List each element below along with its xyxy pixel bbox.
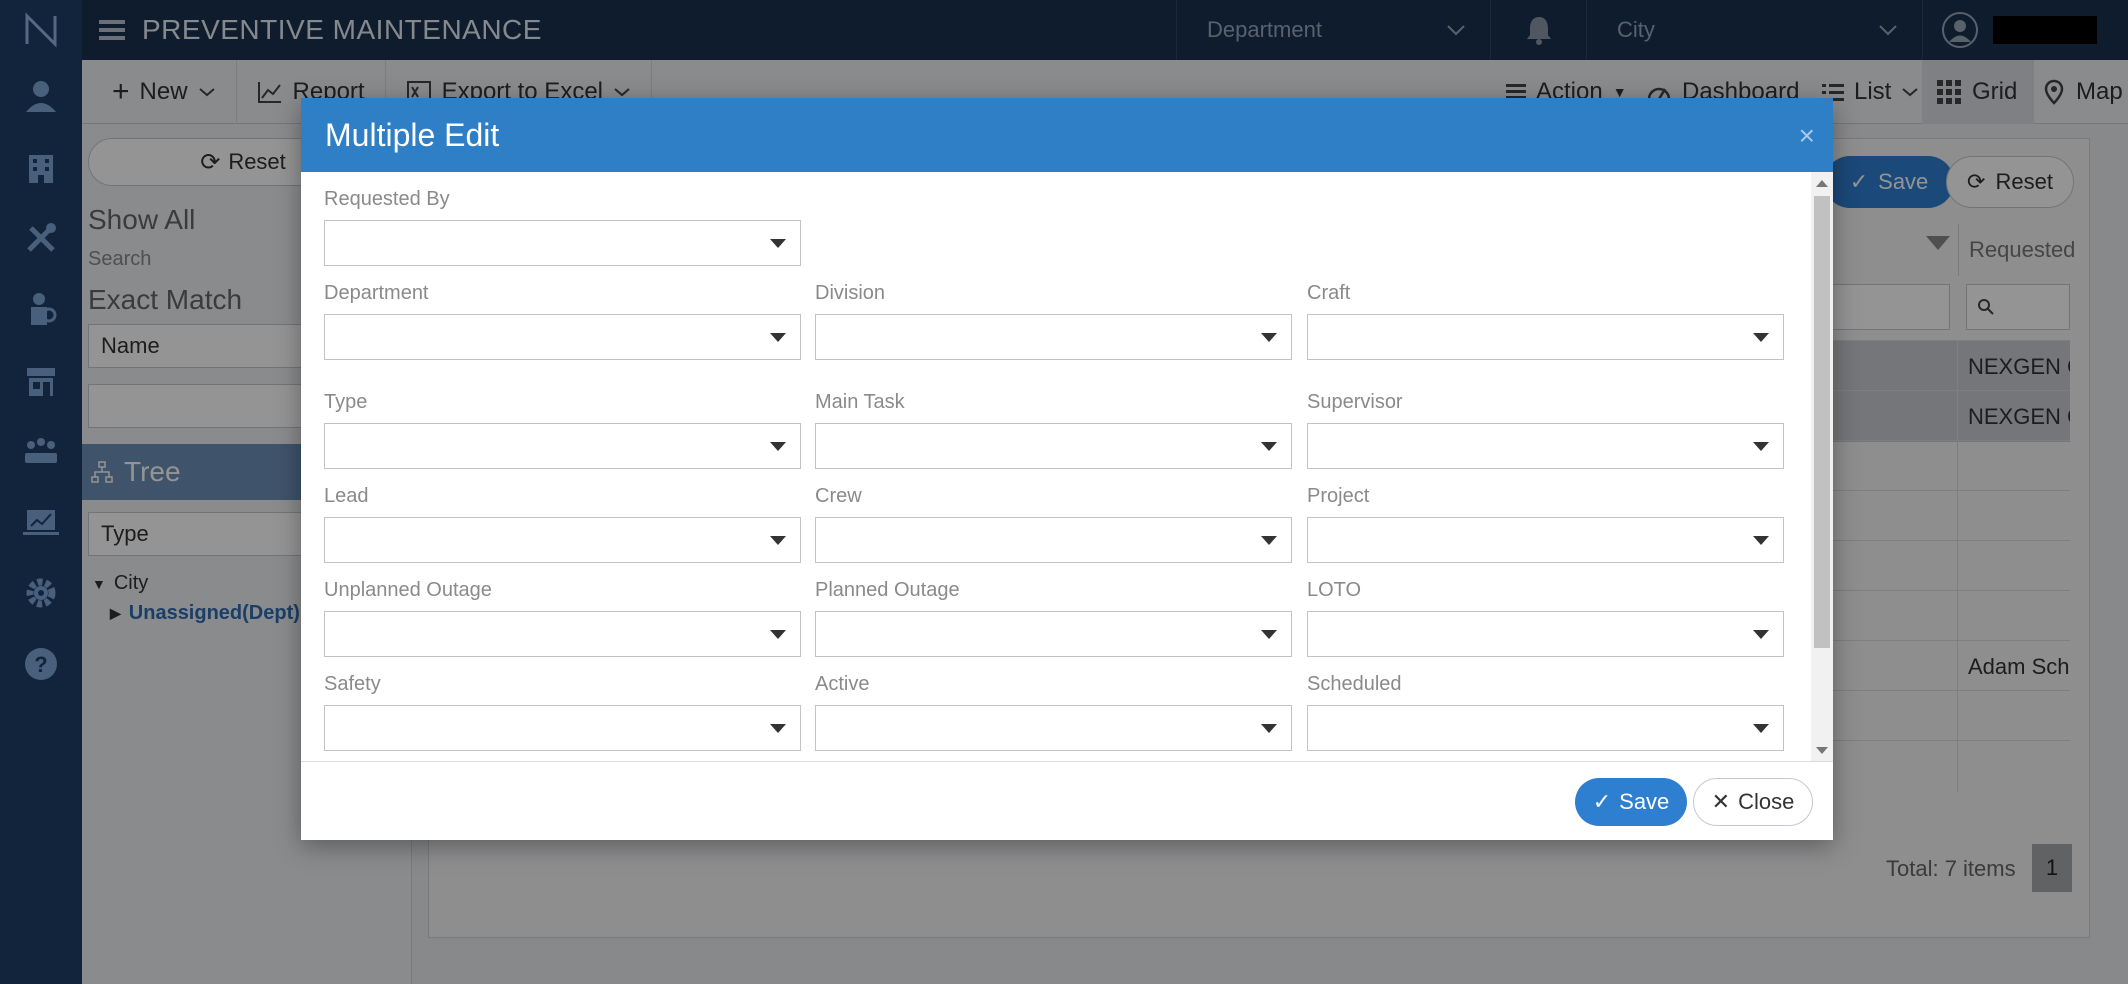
safety-label: Safety (324, 673, 381, 695)
caret-down-icon (770, 724, 786, 733)
dialog-save-button[interactable]: ✓ Save (1575, 778, 1687, 826)
requested-by-label: Requested By (324, 188, 450, 210)
caret-down-icon (1753, 630, 1769, 639)
requested-by-field: Requested By (324, 188, 801, 266)
requested-by-select[interactable] (324, 220, 801, 266)
planned-outage-select[interactable] (815, 611, 1292, 657)
dialog-footer: ✓ Save ✕ Close (301, 762, 1833, 840)
caret-down-icon (1261, 630, 1277, 639)
craft-label: Craft (1307, 282, 1351, 304)
caret-down-icon (1753, 536, 1769, 545)
caret-down-icon (770, 442, 786, 451)
lead-select[interactable] (324, 517, 801, 563)
active-field: Active (815, 673, 1292, 751)
scheduled-field: Scheduled (1307, 673, 1784, 751)
safety-field: Safety (324, 673, 801, 751)
check-icon: ✓ (1592, 789, 1612, 814)
caret-down-icon (1753, 333, 1769, 342)
supervisor-field: Supervisor (1307, 391, 1784, 469)
division-field: Division (815, 282, 1292, 360)
dialog-close-button[interactable]: ✕ Close (1693, 778, 1813, 826)
craft-select[interactable] (1307, 314, 1784, 360)
dialog-scrollbar[interactable] (1811, 172, 1833, 761)
close-icon: ✕ (1711, 789, 1731, 814)
crew-select[interactable] (815, 517, 1292, 563)
planned-outage-label: Planned Outage (815, 579, 960, 601)
main-task-label: Main Task (815, 391, 905, 413)
lead-label: Lead (324, 485, 369, 507)
active-select[interactable] (815, 705, 1292, 751)
scheduled-label: Scheduled (1307, 673, 1402, 695)
active-label: Active (815, 673, 870, 695)
scroll-up-arrow[interactable] (1816, 180, 1828, 187)
department-label: Department (324, 282, 429, 304)
project-label: Project (1307, 485, 1370, 507)
division-select[interactable] (815, 314, 1292, 360)
caret-down-icon (770, 536, 786, 545)
caret-down-icon (1261, 536, 1277, 545)
type-select[interactable] (324, 423, 801, 469)
loto-field: LOTO (1307, 579, 1784, 657)
crew-field: Crew (815, 485, 1292, 563)
unplanned-outage-label: Unplanned Outage (324, 579, 492, 601)
caret-down-icon (1753, 442, 1769, 451)
department-dropdown[interactable] (324, 314, 801, 360)
safety-select[interactable] (324, 705, 801, 751)
close-icon[interactable]: × (1799, 120, 1815, 152)
dialog-title: Multiple Edit (325, 116, 500, 153)
type-label: Type (324, 391, 368, 413)
craft-field: Craft (1307, 282, 1784, 360)
caret-down-icon (1261, 442, 1277, 451)
loto-select[interactable] (1307, 611, 1784, 657)
loto-label: LOTO (1307, 579, 1362, 601)
caret-down-icon (770, 239, 786, 248)
main-task-select[interactable] (815, 423, 1292, 469)
scroll-down-arrow[interactable] (1816, 747, 1828, 754)
unplanned-outage-field: Unplanned Outage (324, 579, 801, 657)
caret-down-icon (770, 333, 786, 342)
type-field: Type (324, 391, 801, 469)
dialog-body: Requested By Department Division Craft T… (301, 172, 1833, 762)
planned-outage-field: Planned Outage (815, 579, 1292, 657)
caret-down-icon (1261, 724, 1277, 733)
main-task-field: Main Task (815, 391, 1292, 469)
crew-label: Crew (815, 485, 862, 507)
lead-field: Lead (324, 485, 801, 563)
unplanned-outage-select[interactable] (324, 611, 801, 657)
division-label: Division (815, 282, 886, 304)
project-field: Project (1307, 485, 1784, 563)
project-select[interactable] (1307, 517, 1784, 563)
department-field: Department (324, 282, 801, 360)
scrollbar-thumb[interactable] (1814, 196, 1830, 648)
dialog-header: Multiple Edit × (301, 98, 1833, 172)
caret-down-icon (1261, 333, 1277, 342)
supervisor-select[interactable] (1307, 423, 1784, 469)
dialog-close-label: Close (1738, 789, 1795, 814)
multiple-edit-dialog: Multiple Edit × Requested By Department … (301, 98, 1833, 840)
caret-down-icon (770, 630, 786, 639)
caret-down-icon (1753, 724, 1769, 733)
supervisor-label: Supervisor (1307, 391, 1403, 413)
scheduled-select[interactable] (1307, 705, 1784, 751)
dialog-save-label: Save (1619, 789, 1670, 814)
